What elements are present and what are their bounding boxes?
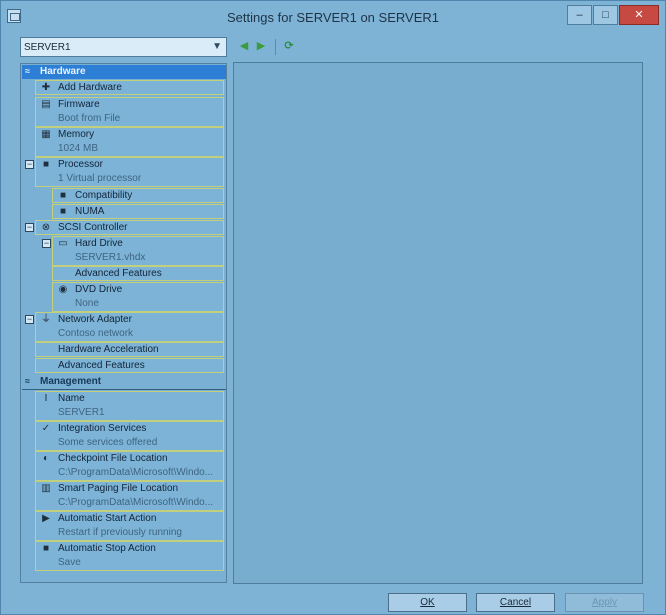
network-adapter-icon: ⏚ <box>41 314 51 325</box>
sidebar-item-add-hardware[interactable]: ✚ Add Hardware <box>35 80 224 95</box>
sidebar-item-label: Automatic Stop Action <box>58 543 156 554</box>
chevron-down-icon: ▼ <box>212 41 222 52</box>
settings-tree: ≈ Hardware ✚ Add Hardware ▤ Firmware Boo… <box>20 63 227 583</box>
hard-drive-icon: ▭ <box>58 238 68 249</box>
smart-paging-icon: ▥ <box>41 483 51 494</box>
checkpoint-icon: ◐ <box>42 453 50 464</box>
sidebar-item-processor[interactable]: ■ Processor 1 Virtual processor <box>35 157 224 187</box>
processor-icon: ■ <box>42 159 50 170</box>
dvd-drive-icon: ◉ <box>58 284 68 295</box>
sidebar-item-label: Add Hardware <box>58 82 122 93</box>
sidebar-item-detail: Contoso network <box>58 328 134 339</box>
memory-icon: ▦ <box>41 129 51 140</box>
sidebar-item-detail: SERVER1.vhdx <box>75 252 146 263</box>
sidebar-item-automatic-stop-action[interactable]: ■ Automatic Stop Action Save <box>35 541 224 571</box>
sidebar-item-compatibility[interactable]: ■ Compatibility <box>52 188 224 203</box>
sidebar-item-label: Advanced Features <box>75 268 162 279</box>
collapse-chevron-icon: ≈ <box>25 376 30 386</box>
sidebar-item-label: Automatic Start Action <box>58 513 157 524</box>
sidebar-item-hard-drive[interactable]: ▭ Hard Drive SERVER1.vhdx <box>52 236 224 266</box>
sidebar-item-firmware[interactable]: ▤ Firmware Boot from File <box>35 97 224 127</box>
section-divider <box>22 389 226 390</box>
sidebar-item-label: SCSI Controller <box>58 222 128 233</box>
sidebar-item-dvd-drive[interactable]: ◉ DVD Drive None <box>52 282 224 312</box>
sidebar-item-scsi-controller[interactable]: ⊗ SCSI Controller <box>35 220 224 235</box>
sidebar-item-smart-paging-file-location[interactable]: ▥ Smart Paging File Location C:\ProgramD… <box>35 481 224 511</box>
toolbar-separator <box>275 39 276 55</box>
auto-start-icon: ▶ <box>42 513 50 524</box>
apply-button-label: Apply <box>591 597 617 608</box>
sidebar-item-detail: 1 Virtual processor <box>58 173 142 184</box>
sidebar-item-label: Compatibility <box>75 190 133 201</box>
add-hardware-icon: ✚ <box>41 82 51 93</box>
sidebar-item-checkpoint-file-location[interactable]: ◐ Checkpoint File Location C:\ProgramDat… <box>35 451 224 481</box>
sidebar-item-detail: Save <box>58 557 81 568</box>
refresh-icon[interactable]: ⟳ <box>283 39 295 53</box>
processor-collapse-toggle[interactable]: − <box>25 160 34 169</box>
name-icon: Ⅰ <box>44 393 48 404</box>
section-management[interactable]: ≈ Management <box>22 375 226 389</box>
section-hardware[interactable]: ≈ Hardware <box>22 65 226 79</box>
sidebar-item-label: Smart Paging File Location <box>58 483 179 494</box>
sidebar-item-detail: None <box>75 298 99 309</box>
sidebar-item-label: Firmware <box>58 99 100 110</box>
apply-button[interactable]: Apply <box>565 593 644 612</box>
back-arrow-icon[interactable]: ◀ <box>238 39 250 53</box>
integration-services-icon: ✓ <box>41 423 51 434</box>
sidebar-item-hardware-acceleration[interactable]: Hardware Acceleration <box>35 342 224 357</box>
sidebar-item-hd-advanced-features[interactable]: Advanced Features <box>52 266 224 281</box>
sidebar-item-network-advanced-features[interactable]: Advanced Features <box>35 358 224 373</box>
vm-select[interactable]: SERVER1 ▼ <box>20 37 227 57</box>
sidebar-item-label: Checkpoint File Location <box>58 453 168 464</box>
network-adapter-collapse-toggle[interactable]: − <box>25 315 34 324</box>
sidebar-item-detail: Boot from File <box>58 113 121 124</box>
section-management-label: Management <box>40 376 102 387</box>
sidebar-item-label: Hardware Acceleration <box>58 344 159 355</box>
sidebar-item-label: Advanced Features <box>58 360 145 371</box>
section-hardware-label: Hardware <box>40 66 86 77</box>
sidebar-item-integration-services[interactable]: ✓ Integration Services Some services off… <box>35 421 224 451</box>
sidebar-item-label: Name <box>58 393 85 404</box>
vm-select-value: SERVER1 <box>24 42 71 53</box>
sidebar-item-detail: C:\ProgramData\Microsoft\Windo... <box>58 467 214 478</box>
sidebar-item-label: DVD Drive <box>75 284 123 295</box>
compatibility-icon: ■ <box>59 190 67 201</box>
sidebar-item-label: NUMA <box>75 206 105 217</box>
sidebar-item-memory[interactable]: ▦ Memory 1024 MB <box>35 127 224 157</box>
collapse-chevron-icon: ≈ <box>25 66 30 76</box>
sidebar-item-detail: Restart if previously running <box>58 527 182 538</box>
maximize-button[interactable]: □ <box>593 5 618 25</box>
sidebar-item-label: Network Adapter <box>58 314 132 325</box>
sidebar-item-numa[interactable]: ■ NUMA <box>52 204 224 219</box>
scsi-controller-icon: ⊗ <box>41 222 51 233</box>
sidebar-item-network-adapter[interactable]: ⏚ Network Adapter Contoso network <box>35 312 224 342</box>
auto-stop-icon: ■ <box>42 543 50 554</box>
scsi-collapse-toggle[interactable]: − <box>25 223 34 232</box>
cancel-button[interactable]: Cancel <box>476 593 555 612</box>
firmware-icon: ▤ <box>41 99 51 110</box>
sidebar-item-detail: SERVER1 <box>58 407 105 418</box>
close-button[interactable]: ✕ <box>619 5 659 25</box>
hard-drive-collapse-toggle[interactable]: − <box>42 239 51 248</box>
sidebar-item-label: Integration Services <box>58 423 147 434</box>
sidebar-item-detail: 1024 MB <box>58 143 99 154</box>
window-title: Settings for SERVER1 on SERVER1 <box>227 10 439 25</box>
sidebar-item-label: Hard Drive <box>75 238 123 249</box>
sidebar-item-automatic-start-action[interactable]: ▶ Automatic Start Action Restart if prev… <box>35 511 224 541</box>
minimize-button[interactable]: – <box>567 5 592 25</box>
sidebar-item-label: Processor <box>58 159 104 170</box>
sidebar-item-name[interactable]: Ⅰ Name SERVER1 <box>35 391 224 421</box>
details-pane <box>233 62 643 584</box>
title-bar[interactable]: Settings for SERVER1 on SERVER1 – □ ✕ <box>1 1 665 33</box>
sidebar-item-label: Memory <box>58 129 95 140</box>
settings-window: Settings for SERVER1 on SERVER1 – □ ✕ SE… <box>0 0 666 615</box>
sidebar-item-detail: C:\ProgramData\Microsoft\Windo... <box>58 497 214 508</box>
sidebar-item-detail: Some services offered <box>58 437 158 448</box>
ok-button-label: OK <box>420 597 435 608</box>
ok-button[interactable]: OK <box>388 593 467 612</box>
forward-arrow-icon[interactable]: ▶ <box>255 39 267 53</box>
cancel-button-label: Cancel <box>499 597 532 608</box>
numa-icon: ■ <box>59 206 67 217</box>
